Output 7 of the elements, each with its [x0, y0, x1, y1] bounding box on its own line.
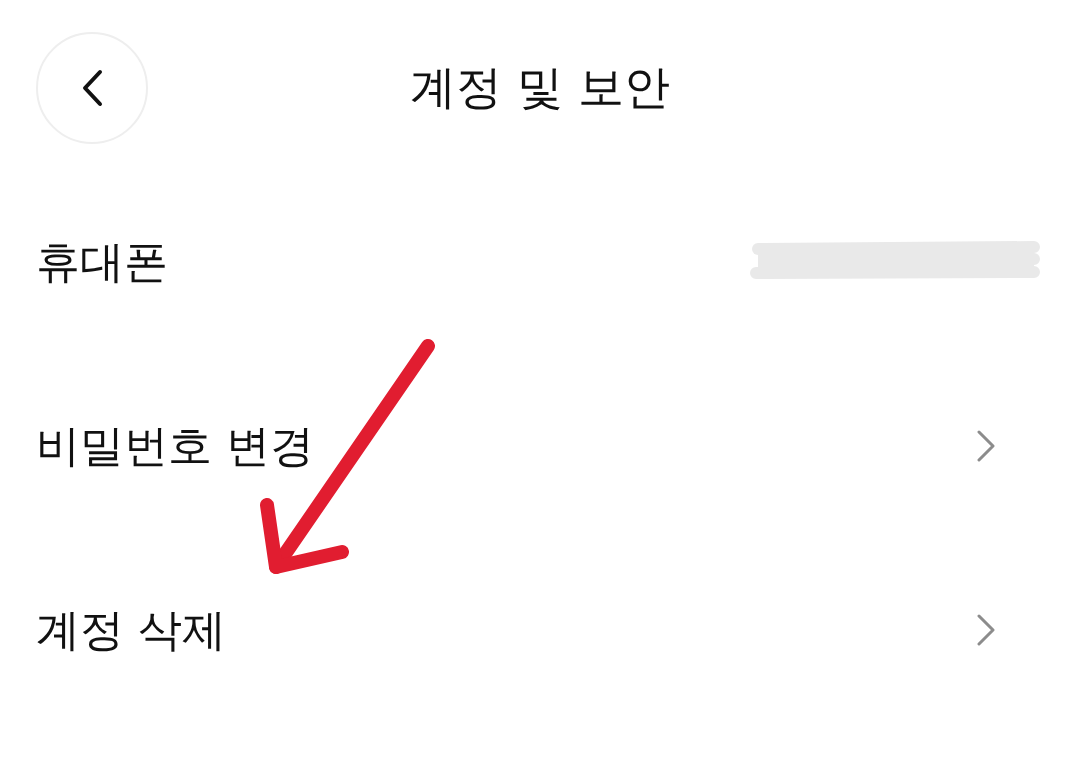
row-label: 휴대폰: [36, 234, 168, 289]
back-icon: [81, 69, 103, 107]
chevron-right-icon: [976, 614, 996, 646]
page-title: 계정 및 보안: [410, 59, 670, 116]
chevron-right-icon: [976, 430, 996, 462]
menu-item[interactable]: 계정 삭제: [0, 538, 1080, 722]
menu-item[interactable]: 비밀번호 변경: [0, 354, 1080, 538]
